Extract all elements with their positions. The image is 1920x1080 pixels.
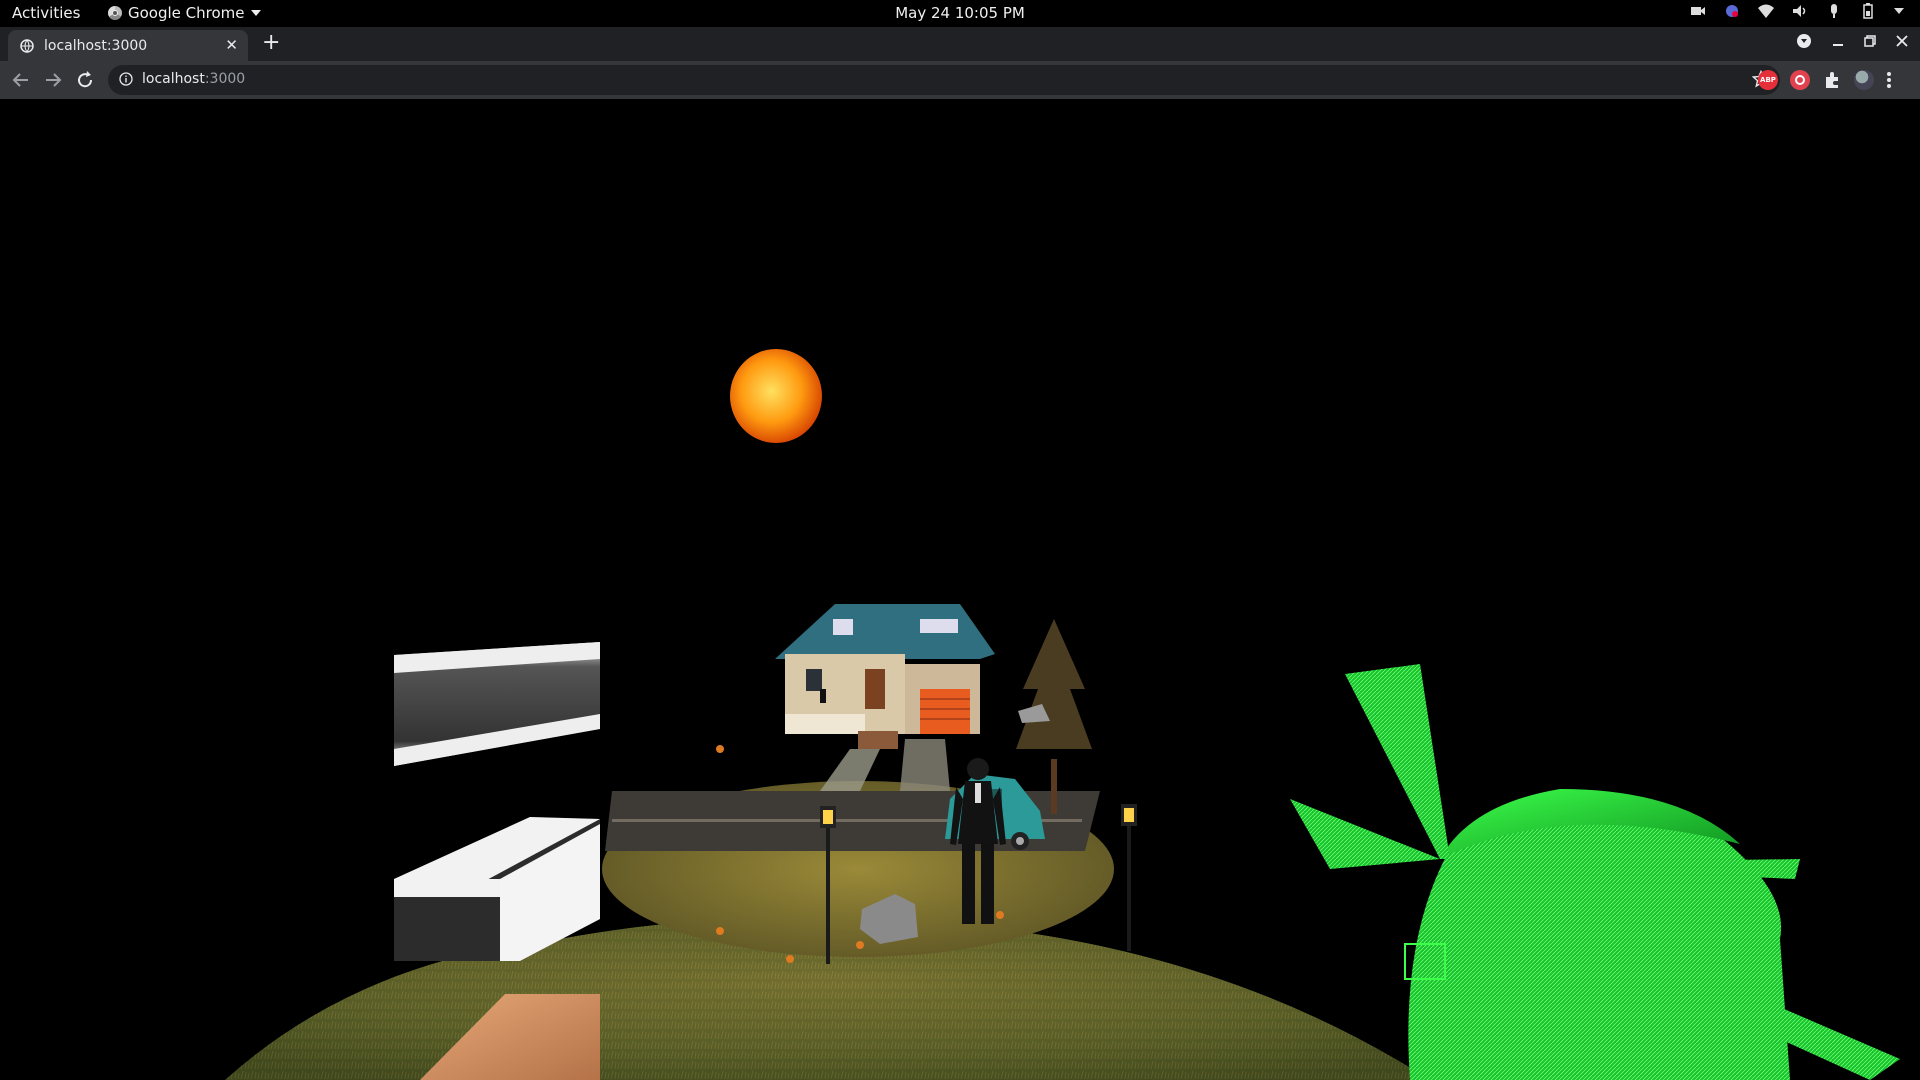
puzzle-icon[interactable]	[1822, 70, 1842, 90]
abp-icon[interactable]: ABP	[1758, 70, 1778, 90]
striped-box-top	[394, 642, 600, 766]
notification-icon[interactable]	[1724, 3, 1740, 19]
battery-icon[interactable]	[1860, 3, 1876, 19]
3d-scene	[225, 349, 1900, 1080]
extensions-area: ABP	[1758, 70, 1892, 90]
forward-icon[interactable]	[42, 69, 64, 91]
address-bar[interactable]: localhost:3000	[108, 65, 1780, 95]
lamp-post-right	[1121, 804, 1137, 951]
close-window-icon[interactable]	[1896, 35, 1908, 47]
globe-icon	[20, 38, 34, 53]
browser-toolbar: localhost:3000 ABP	[0, 61, 1920, 99]
close-icon[interactable]: ✕	[225, 36, 238, 54]
wifi-icon[interactable]	[1758, 3, 1774, 19]
system-top-bar: Activities Google Chrome May 24 10:05 PM	[0, 0, 1920, 27]
camera-icon[interactable]	[1690, 3, 1706, 19]
reload-icon[interactable]	[74, 69, 96, 91]
tab-strip: localhost:3000 ✕ +	[0, 27, 1920, 61]
url-text[interactable]: localhost:3000	[142, 71, 245, 87]
profile-icon[interactable]	[1796, 33, 1812, 49]
moon	[730, 349, 822, 443]
microphone-icon[interactable]	[1826, 3, 1842, 19]
info-icon[interactable]	[119, 72, 133, 86]
window-controls	[1796, 33, 1908, 49]
back-icon[interactable]	[10, 69, 32, 91]
plus-icon[interactable]: +	[262, 30, 280, 55]
windmill	[1290, 664, 1900, 1080]
volume-icon[interactable]	[1792, 3, 1808, 19]
tab-title: localhost:3000	[44, 37, 148, 54]
kebab-menu-icon[interactable]	[1886, 70, 1892, 90]
house	[775, 604, 995, 749]
system-tray[interactable]	[1690, 3, 1904, 19]
clock[interactable]: May 24 10:05 PM	[0, 4, 1920, 22]
webgl-canvas[interactable]	[0, 99, 1920, 1080]
record-icon[interactable]	[1790, 70, 1810, 90]
restore-icon[interactable]	[1864, 35, 1876, 47]
minimize-icon[interactable]	[1832, 35, 1844, 47]
tab-localhost[interactable]: localhost:3000 ✕	[8, 30, 248, 61]
avatar-icon[interactable]	[1854, 70, 1874, 90]
dropdown-icon[interactable]	[1894, 8, 1904, 14]
